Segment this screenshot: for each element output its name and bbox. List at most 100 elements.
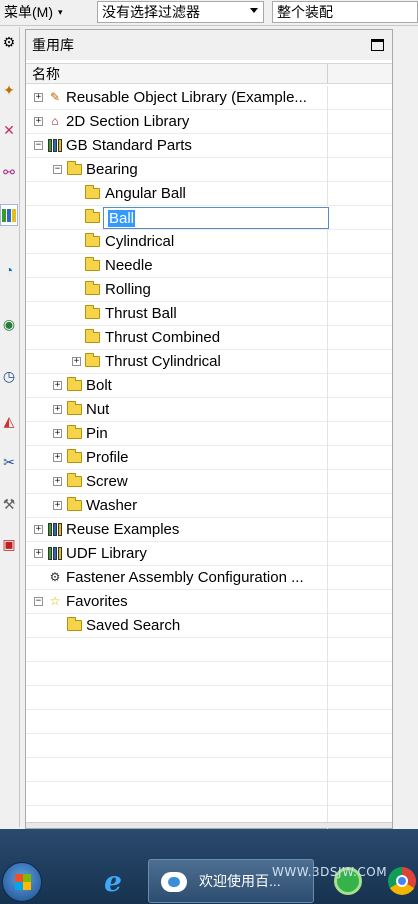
tree-node-rolling[interactable]: Rolling [26,278,392,302]
tree-node-thrust-cylindrical[interactable]: + Thrust Cylindrical [26,350,392,374]
baidu-netdisk-label: 欢迎使用百... [199,873,281,889]
internet-explorer-taskbar-button[interactable]: e [88,859,138,903]
tree-node-needle[interactable]: Needle [26,254,392,278]
folder-icon [67,497,82,511]
folder-icon [85,233,100,247]
expand-icon[interactable]: + [34,549,43,558]
horizontal-scrollbar[interactable] [26,822,392,828]
tree-node-thrust-ball[interactable]: Thrust Ball [26,302,392,326]
expand-icon[interactable]: + [53,429,62,438]
folder-icon [67,449,82,463]
library-books-icon [48,547,64,560]
assembly-scope-dropdown[interactable]: 整个装配 [272,1,418,23]
selection-filter-value: 没有选择过滤器 [102,4,200,20]
tree-node-saved-search[interactable]: Saved Search [26,614,392,638]
assembly-navigator-icon[interactable]: ✦ [0,79,18,101]
empty-row [26,710,392,734]
tree-node-cylindrical[interactable]: Cylindrical [26,230,392,254]
expand-icon[interactable]: + [34,93,43,102]
tree-node-bearing[interactable]: − Bearing [26,158,392,182]
internet-explorer-icon: e [104,864,122,898]
tree-node-label: Thrust Ball [105,305,177,322]
name-column-header[interactable]: 名称 [26,63,392,84]
tree-node-reuse-examples[interactable]: + Reuse Examples [26,518,392,542]
system-materials-icon[interactable]: ◭ [0,410,18,432]
chrome-taskbar-button[interactable] [382,859,418,903]
tree-node-ball[interactable]: Ball [26,206,392,230]
tree-node-fastener-assembly-configuration[interactable]: ⚙ Fastener Assembly Configuration ... [26,566,392,590]
folder-icon [67,425,82,439]
part-navigator-icon[interactable]: ⚯ [0,161,18,183]
tree-node-pin[interactable]: + Pin [26,422,392,446]
folder-icon [67,161,82,175]
web-browser-icon[interactable]: ◉ [0,313,18,335]
tree-node-washer[interactable]: + Washer [26,494,392,518]
history-clock-icon[interactable]: ◷ [0,365,18,387]
constraint-navigator-icon[interactable]: ✕ [0,119,18,141]
column-divider[interactable] [327,64,328,84]
expand-icon[interactable]: + [72,357,81,366]
tree-node-thrust-combined[interactable]: Thrust Combined [26,326,392,350]
system-scene-icon[interactable]: ▣ [0,533,18,555]
tree-node-label: Reusable Object Library (Example... [66,89,307,106]
tree-node-label: Washer [86,497,138,514]
hd3d-tools-icon[interactable]: ◔ [0,259,18,281]
tree-node-label: Cylindrical [105,233,175,250]
maximize-icon[interactable] [371,39,384,51]
tree-node-favorites[interactable]: − ☆ Favorites [26,590,392,614]
folder-icon [67,401,82,415]
expand-icon[interactable]: + [53,501,62,510]
expand-icon[interactable]: + [53,477,62,486]
tree-node-label: UDF Library [66,545,147,562]
tree-node-gb-standard-parts[interactable]: − GB Standard Parts [26,134,392,158]
selection-filter-dropdown[interactable]: 没有选择过滤器 [97,1,264,23]
tree-node-nut[interactable]: + Nut [26,398,392,422]
collapse-icon[interactable]: − [34,597,43,606]
tree-node-label: Favorites [66,593,128,610]
tree-node-bolt[interactable]: + Bolt [26,374,392,398]
tree-node-reusable-object-library[interactable]: + ✎ Reusable Object Library (Example... [26,86,392,110]
tree-node-2d-section-library[interactable]: + ⌂ 2D Section Library [26,110,392,134]
library-tree: + ✎ Reusable Object Library (Example... … [26,86,392,830]
start-button[interactable] [2,862,42,902]
tree-node-label: 2D Section Library [66,113,190,130]
empty-row [26,782,392,806]
expand-icon[interactable]: + [34,117,43,126]
menu-button[interactable]: 菜单(M) ▾ [0,1,86,23]
collapse-icon[interactable]: − [34,141,43,150]
tree-node-label: Thrust Cylindrical [105,353,221,370]
expand-icon[interactable]: + [34,525,43,534]
object-library-icon: ✎ [49,90,61,104]
empty-row [26,638,392,662]
tree-node-label: Nut [86,401,110,418]
folder-icon [85,353,100,367]
expand-icon[interactable]: + [53,453,62,462]
tree-node-screw[interactable]: + Screw [26,470,392,494]
empty-row [26,758,392,782]
chevron-down-icon: ▾ [58,6,63,17]
folder-icon [85,281,100,295]
tree-node-udf-library[interactable]: + UDF Library [26,542,392,566]
panel-header: 重用库 [26,30,392,60]
tree-node-angular-ball[interactable]: Angular Ball [26,182,392,206]
tree-node-label: Needle [105,257,153,274]
dropdown-arrow-icon [250,8,258,13]
expand-icon[interactable]: + [53,405,62,414]
windows-logo-icon [15,874,31,890]
process-studio-icon[interactable]: ✂ [0,451,18,473]
settings-gear-icon[interactable]: ⚙ [0,31,18,53]
folder-icon [67,377,82,391]
tree-node-label: Bearing [86,161,138,178]
rename-input[interactable]: Ball [103,207,329,229]
expand-icon[interactable]: + [53,381,62,390]
tree-node-label: Thrust Combined [105,329,221,346]
empty-row [26,734,392,758]
tree-node-label: Saved Search [86,617,181,634]
collapse-icon[interactable]: − [53,165,62,174]
resource-bar: ⚙ ✦ ✕ ⚯ ◔ ◉ ◷ ◭ ✂ ⚒ ▣ [0,27,20,827]
tree-node-profile[interactable]: + Profile [26,446,392,470]
roles-icon[interactable]: ⚒ [0,493,18,515]
tree-node-label: Rolling [105,281,151,298]
reuse-library-icon[interactable] [0,204,18,226]
empty-row [26,662,392,686]
